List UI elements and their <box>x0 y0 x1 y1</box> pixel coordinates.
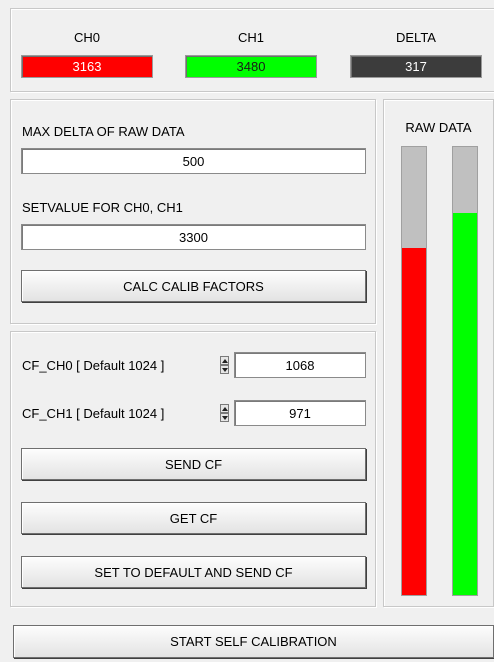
ch0-label: CH0 <box>73 30 100 45</box>
cf-ch0-down-icon[interactable] <box>220 365 229 374</box>
cf-ch1-up-icon[interactable] <box>220 404 229 413</box>
get-cf-button[interactable]: GET CF <box>21 502 366 534</box>
ch0-value: 3163 <box>21 55 153 78</box>
delta-label: DELTA <box>396 30 436 45</box>
cf-ch1-label: CF_CH1 [ Default 1024 ] <box>22 406 165 421</box>
max-delta-label: MAX DELTA OF RAW DATA <box>22 124 185 139</box>
ch1-value: 3480 <box>185 55 317 78</box>
raw-bar-ch1-fill <box>453 213 477 595</box>
calc-calib-button[interactable]: CALC CALIB FACTORS <box>21 270 366 302</box>
max-delta-input[interactable]: 500 <box>21 148 366 174</box>
cf-ch1-down-icon[interactable] <box>220 413 229 422</box>
start-self-calibration-button[interactable]: START SELF CALIBRATION <box>13 625 494 658</box>
cf-ch0-label: CF_CH0 [ Default 1024 ] <box>22 358 165 373</box>
cf-ch0-spinner[interactable] <box>220 356 229 374</box>
channel-panel <box>10 8 494 92</box>
delta-value: 317 <box>350 55 482 78</box>
cf-ch0-input[interactable]: 1068 <box>234 352 366 378</box>
send-cf-button[interactable]: SEND CF <box>21 448 366 480</box>
cf-ch0-up-icon[interactable] <box>220 356 229 365</box>
ch1-label: CH1 <box>237 30 264 45</box>
raw-bar-ch1 <box>452 146 478 596</box>
setvalue-label: SETVALUE FOR CH0, CH1 <box>22 200 183 215</box>
set-default-send-cf-button[interactable]: SET TO DEFAULT AND SEND CF <box>21 556 366 588</box>
raw-bar-ch0 <box>401 146 427 596</box>
cf-ch1-spinner[interactable] <box>220 404 229 422</box>
raw-bar-ch0-fill <box>402 247 426 595</box>
cf-ch1-input[interactable]: 971 <box>234 400 366 426</box>
raw-data-title: RAW DATA <box>405 120 472 135</box>
setvalue-input[interactable]: 3300 <box>21 224 366 250</box>
